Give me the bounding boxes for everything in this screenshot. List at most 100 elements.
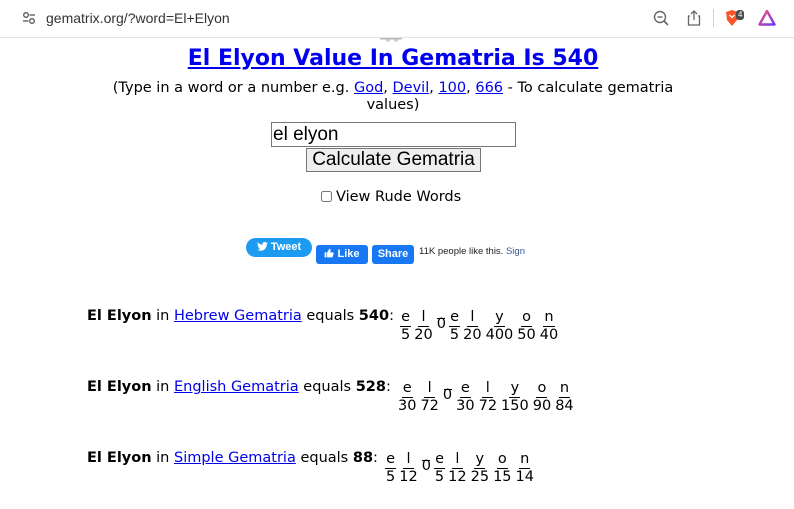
- letter-breakdown: e 5 l 20 0 e 5 l 20 y 400 o 50 n 40: [399, 309, 560, 344]
- gematria-system-link[interactable]: Hebrew Gematria: [174, 308, 302, 324]
- letter-number: 5: [386, 469, 396, 485]
- view-rude-words-checkbox[interactable]: [321, 191, 332, 202]
- letter-char: n: [558, 380, 571, 398]
- letter-number: 0: [421, 458, 431, 474]
- example-link-666[interactable]: 666: [475, 80, 503, 96]
- letter-char: l: [482, 380, 494, 398]
- letter-number: 40: [539, 327, 559, 343]
- letter-number: 72: [420, 398, 439, 414]
- shield-count-badge: 4: [736, 10, 745, 20]
- share-label: Share: [377, 248, 409, 260]
- letter-char: l: [402, 451, 414, 469]
- twitter-bird-icon: [256, 242, 268, 251]
- letter-value: l 12: [446, 451, 468, 486]
- letter-char: e: [434, 451, 446, 469]
- letter-number: 0: [442, 387, 453, 403]
- url-text[interactable]: gematrix.org/?word=El+Elyon: [46, 10, 230, 26]
- facebook-sign-link[interactable]: Sign: [506, 246, 525, 257]
- view-rude-words-toggle[interactable]: View Rude Words: [321, 189, 461, 205]
- letter-char: l: [466, 309, 478, 327]
- letter-number: 84: [555, 398, 574, 414]
- result-word: El Elyon: [87, 379, 152, 395]
- letter-number: 30: [456, 398, 475, 414]
- page-title: El Elyon Value In Gematria Is 540: [0, 46, 786, 71]
- letter-number: 0: [436, 316, 446, 332]
- letter-value: l 20: [412, 309, 434, 344]
- letter-number: 5: [401, 327, 411, 343]
- example-link-god[interactable]: God: [354, 80, 383, 96]
- letter-value: 0: [420, 451, 433, 475]
- letter-number: 90: [532, 398, 552, 414]
- letter-char: o: [496, 451, 508, 469]
- letter-breakdown: e 30 l 72 0 e 30 l 72 y 150 o 90 n 84: [396, 380, 576, 415]
- letter-value: e5: [399, 309, 412, 344]
- letter-number: 15: [493, 469, 512, 485]
- letter-number: 50: [517, 327, 536, 343]
- page-title-link[interactable]: El Elyon Value In Gematria Is 540: [188, 46, 599, 71]
- letter-char: e: [385, 451, 397, 469]
- letter-value: l 72: [418, 380, 440, 415]
- letter-char: n: [543, 309, 555, 327]
- letter-number: 5: [434, 469, 445, 485]
- letter-char: o: [536, 380, 548, 398]
- letter-value: e5: [433, 451, 446, 486]
- thumbs-up-icon: [325, 248, 335, 258]
- letter-char: y: [474, 451, 486, 469]
- facebook-share-button[interactable]: Share: [372, 245, 414, 264]
- letter-number: 20: [414, 327, 433, 343]
- letter-char: y: [509, 380, 521, 398]
- letter-number: 72: [478, 398, 498, 414]
- gematria-system-link[interactable]: Simple Gematria: [174, 450, 296, 466]
- letter-value: e 30: [396, 380, 418, 415]
- letter-value: n 14: [514, 451, 536, 486]
- result-total: 528: [355, 379, 386, 395]
- address-bar: gematrix.org/?word=El+Elyon 4: [0, 0, 794, 38]
- letter-value: 0: [435, 309, 448, 333]
- letter-value: e 30: [454, 380, 476, 415]
- letter-number: 5: [449, 327, 460, 343]
- letter-number: 30: [398, 398, 417, 414]
- letter-value: o 15: [491, 451, 513, 486]
- result-word: El Elyon: [87, 308, 152, 324]
- letter-char: y: [493, 309, 505, 327]
- letter-char: e: [459, 380, 471, 398]
- example-link-100[interactable]: 100: [438, 80, 466, 96]
- word-input[interactable]: [271, 122, 516, 147]
- facebook-like-button[interactable]: Like: [316, 245, 368, 264]
- calculate-gematria-button[interactable]: Calculate Gematria: [306, 148, 481, 172]
- result-total: 88: [352, 450, 374, 466]
- letter-char: e: [449, 309, 461, 327]
- view-rude-words-label: View Rude Words: [336, 189, 462, 205]
- letter-value: n 84: [553, 380, 575, 415]
- letter-char: o: [521, 309, 533, 327]
- letter-number: 12: [448, 469, 467, 485]
- letter-breakdown: e 5 l 12 0 e 5 l 12 y 25 o 15 n 14: [384, 451, 536, 486]
- letter-char: e: [400, 309, 412, 327]
- letter-number: 150: [501, 398, 529, 414]
- page-content: El Elyon Value In Gematria Is 540 (Type …: [0, 38, 794, 509]
- letter-value: y 150: [499, 380, 531, 415]
- letter-value: o 50: [515, 309, 537, 344]
- letter-char: l: [417, 309, 429, 327]
- brave-rewards-icon[interactable]: [758, 9, 776, 27]
- letter-value: l 12: [397, 451, 419, 486]
- letter-number: 400: [485, 327, 514, 343]
- like-label: Like: [337, 248, 360, 260]
- zoom-icon[interactable]: [652, 9, 670, 27]
- letter-number: 25: [470, 469, 490, 485]
- result-total: 540: [358, 308, 390, 324]
- toolbar-separator: [713, 9, 714, 27]
- site-settings-icon[interactable]: [22, 11, 36, 25]
- letter-value: l 72: [477, 380, 499, 415]
- share-icon[interactable]: [685, 9, 703, 27]
- letter-char: e: [401, 380, 413, 398]
- letter-value: o 90: [531, 380, 553, 415]
- site-logo-fragment: [380, 38, 402, 42]
- tweet-button[interactable]: Tweet: [246, 238, 312, 257]
- intro-text: (Type in a word or a number e.g. God, De…: [112, 80, 674, 113]
- tweet-label: Tweet: [270, 241, 302, 253]
- letter-number: 12: [399, 469, 418, 485]
- gematria-system-link[interactable]: English Gematria: [174, 379, 299, 395]
- letter-number: 14: [515, 469, 534, 485]
- example-link-devil[interactable]: Devil: [393, 80, 430, 96]
